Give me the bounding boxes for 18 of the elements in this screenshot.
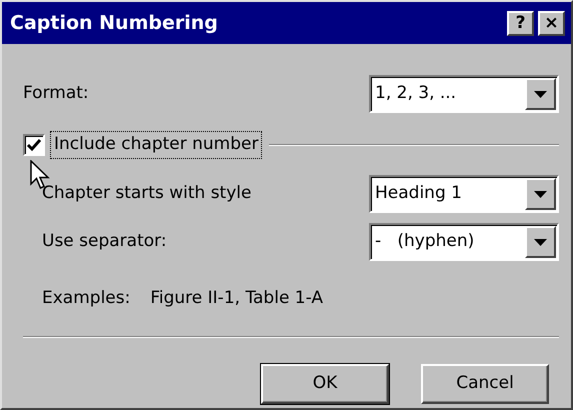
separator-label: Use separator: (42, 230, 168, 254)
window-title: Caption Numbering (10, 10, 219, 36)
dropdown-arrow-icon (534, 238, 547, 246)
format-label: Format: (23, 82, 90, 106)
checkbox[interactable] (23, 134, 45, 156)
chapter-style-label: Chapter starts with style (42, 182, 252, 206)
help-button[interactable]: ? (507, 10, 534, 36)
format-dropdown[interactable]: 1, 2, 3, ... (369, 75, 559, 113)
dropdown-arrow-icon (534, 190, 547, 198)
ok-button[interactable]: OK (261, 364, 389, 404)
checkbox-label: Include chapter number (51, 132, 262, 158)
examples-text: Figure II-1, Table 1-A (150, 287, 324, 310)
chapter-style-dropdown[interactable]: Heading 1 (369, 175, 559, 213)
examples-label: Examples: (42, 287, 130, 310)
cancel-button[interactable]: Cancel (421, 364, 549, 404)
close-button[interactable]: × (538, 10, 565, 36)
separator-dropdown[interactable]: - (hyphen) (369, 223, 559, 261)
dropdown-arrow-icon (534, 90, 547, 98)
